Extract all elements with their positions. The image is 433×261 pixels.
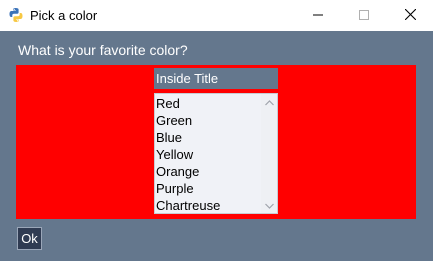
window-title: Pick a color [30,8,98,23]
list-item[interactable]: Purple [156,180,261,197]
list-item[interactable]: Blue [156,129,261,146]
color-frame: Inside Title Red Green Blue Yellow Orang… [16,65,416,219]
window-content: What is your favorite color? Inside Titl… [0,31,433,261]
minimize-button[interactable] [295,0,341,31]
maximize-button[interactable] [341,0,387,31]
list-item[interactable]: Yellow [156,146,261,163]
python-icon [8,7,24,23]
scroll-up-button[interactable] [261,94,277,110]
frame-title: Inside Title [154,68,278,89]
list-item[interactable]: Red [156,95,261,112]
color-listbox[interactable]: Red Green Blue Yellow Orange Purple Char… [154,93,278,214]
minimize-icon [313,7,323,25]
chevron-up-icon [264,93,274,111]
title-bar[interactable]: Pick a color [0,0,433,31]
listbox-scrollbar[interactable] [261,94,277,213]
close-icon [404,7,416,25]
chevron-down-icon [264,196,274,214]
list-item[interactable]: Green [156,112,261,129]
scroll-down-button[interactable] [261,197,277,213]
list-item[interactable]: Orange [156,163,261,180]
list-item[interactable]: Chartreuse [156,197,261,214]
ok-button[interactable]: Ok [17,227,42,250]
maximize-icon [359,7,369,25]
color-list: Red Green Blue Yellow Orange Purple Char… [156,95,261,214]
prompt-text: What is your favorite color? [18,42,188,58]
close-button[interactable] [387,0,433,31]
